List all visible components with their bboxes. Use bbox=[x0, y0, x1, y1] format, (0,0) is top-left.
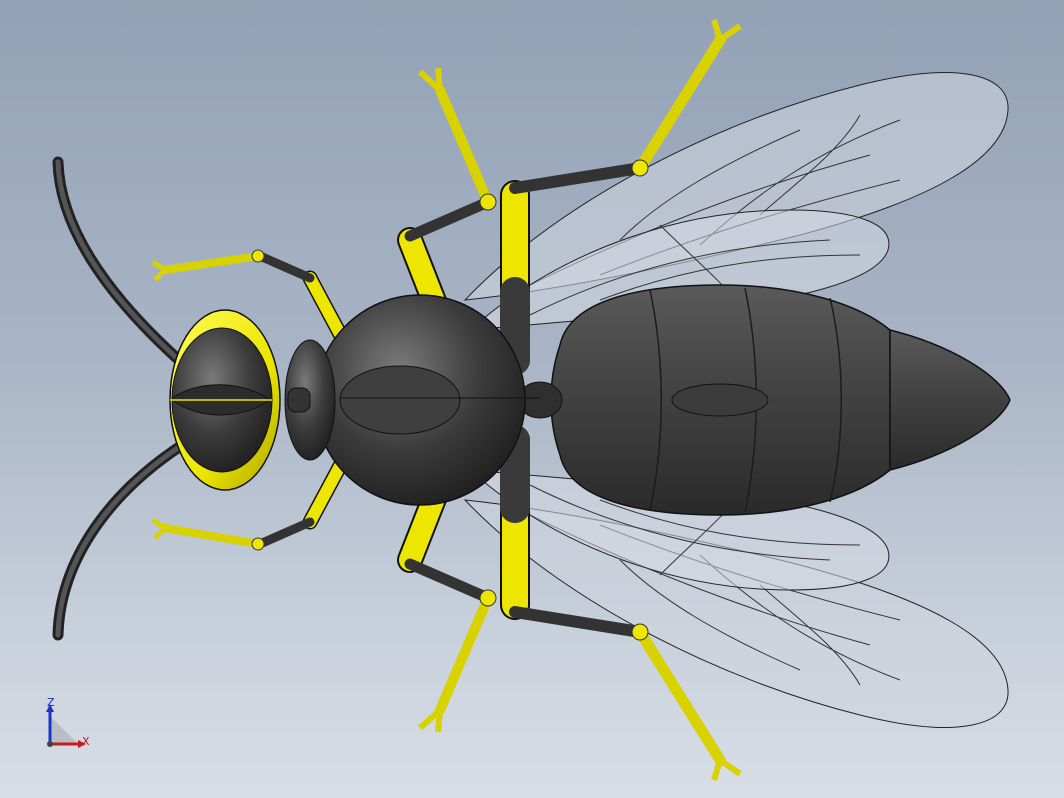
abdomen bbox=[550, 284, 1011, 516]
x-axis-label: X bbox=[82, 735, 90, 748]
head bbox=[169, 309, 281, 491]
antenna-lower bbox=[52, 434, 196, 641]
wasp-model[interactable] bbox=[0, 0, 1064, 798]
graphics-viewport[interactable]: Z X bbox=[0, 0, 1064, 798]
z-axis-label: Z bbox=[47, 696, 55, 709]
